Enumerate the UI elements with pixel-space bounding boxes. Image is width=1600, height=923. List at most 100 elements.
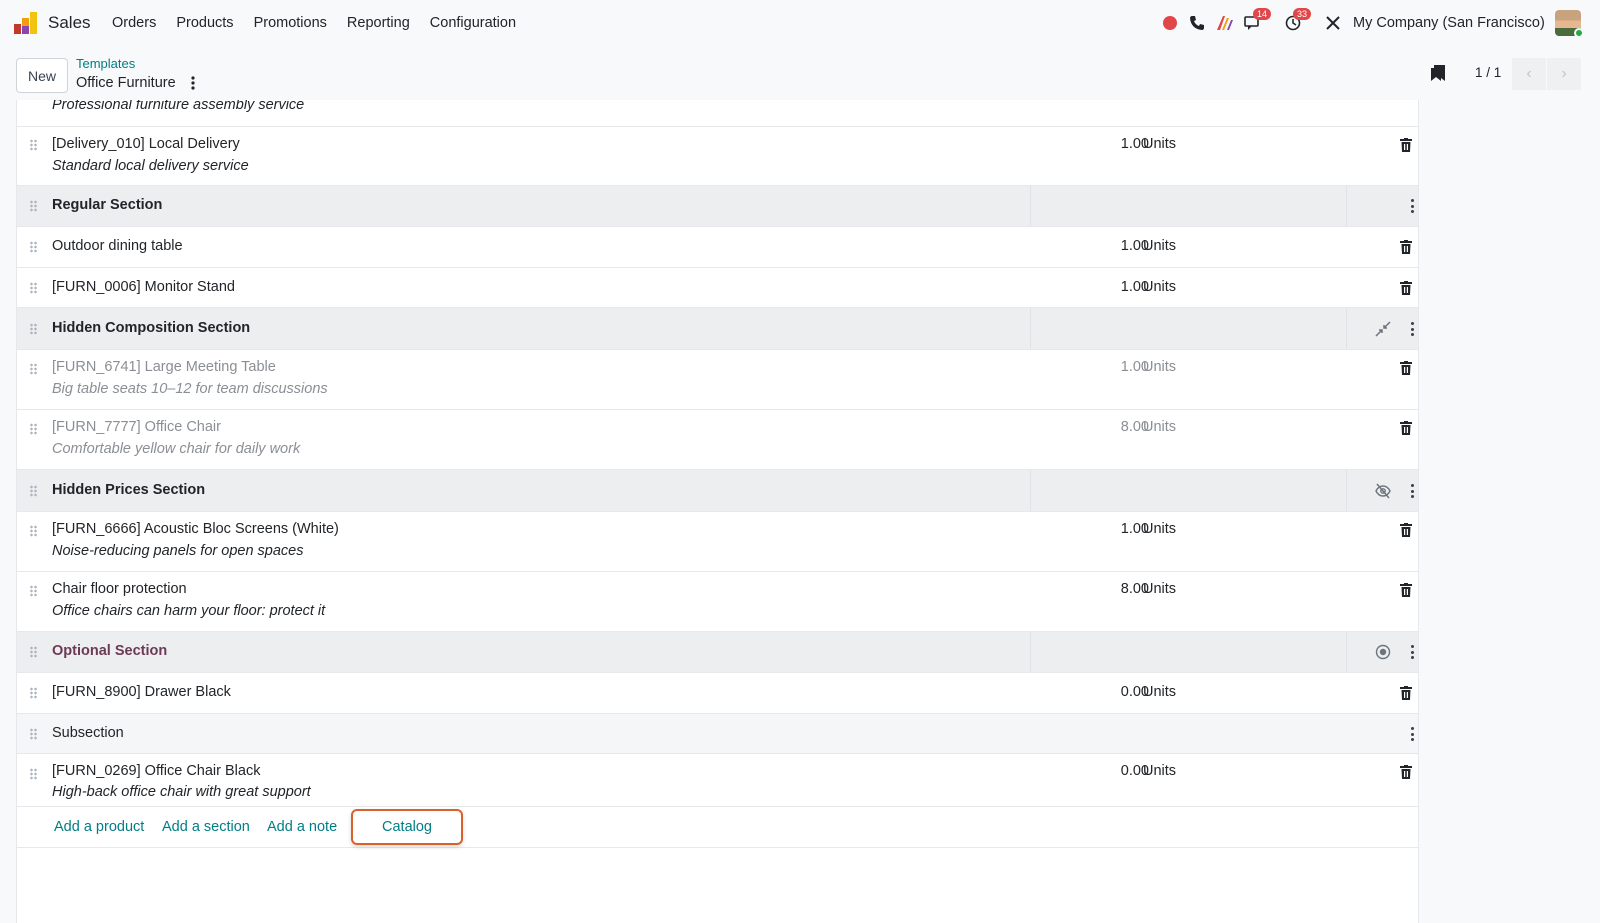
uom-value[interactable]: Units: [1143, 684, 1176, 700]
messages-icon[interactable]: 14: [1243, 8, 1272, 33]
ai-icon[interactable]: [1215, 13, 1235, 33]
section-title[interactable]: Optional Section: [52, 643, 167, 659]
table-row[interactable]: Outdoor dining table 1.00 Units: [17, 227, 1418, 268]
drag-handle-icon[interactable]: [29, 139, 39, 151]
table-row[interactable]: [FURN_0269] Office Chair Black High-back…: [17, 754, 1418, 807]
uom-value[interactable]: Units: [1143, 581, 1176, 597]
uom-value[interactable]: Units: [1143, 359, 1176, 375]
product-name[interactable]: [FURN_7777] Office Chair: [52, 419, 221, 435]
drag-handle-icon[interactable]: [29, 282, 39, 294]
trash-icon[interactable]: [1400, 421, 1412, 435]
trash-icon[interactable]: [1400, 583, 1412, 597]
menu-products[interactable]: Products: [176, 15, 233, 31]
optional-toggle-icon[interactable]: [1375, 644, 1391, 660]
table-row[interactable]: [FURN_0006] Monitor Stand 1.00 Units: [17, 268, 1418, 308]
pager-previous-icon[interactable]: ‹: [1512, 58, 1546, 90]
sales-app-icon[interactable]: [14, 12, 38, 34]
drag-handle-icon[interactable]: [29, 323, 39, 335]
subsection-row[interactable]: Subsection: [17, 714, 1418, 754]
product-name[interactable]: [FURN_0006] Monitor Stand: [52, 279, 235, 295]
section-menu-icon[interactable]: [1410, 199, 1414, 213]
line-description[interactable]: Office chairs can harm your floor: prote…: [52, 603, 325, 619]
drag-handle-icon[interactable]: [29, 585, 39, 597]
section-row[interactable]: Regular Section: [17, 186, 1418, 227]
record-icon[interactable]: [1160, 13, 1180, 33]
subsection-title[interactable]: Subsection: [52, 725, 124, 741]
activities-icon[interactable]: 33: [1283, 8, 1312, 33]
line-description[interactable]: High-back office chair with great suppor…: [52, 784, 311, 800]
table-row[interactable]: [FURN_8900] Drawer Black 0.00 Units: [17, 673, 1418, 714]
table-row[interactable]: [Delivery_010] Local Delivery Standard l…: [17, 127, 1418, 186]
catalog-button[interactable]: Catalog: [351, 809, 463, 845]
product-name[interactable]: Chair floor protection: [52, 581, 187, 597]
line-description[interactable]: Big table seats 10–12 for team discussio…: [52, 381, 328, 397]
new-button[interactable]: New: [16, 58, 68, 93]
trash-icon[interactable]: [1400, 361, 1412, 375]
drag-handle-icon[interactable]: [29, 768, 39, 780]
hide-prices-icon[interactable]: [1375, 483, 1391, 499]
trash-icon[interactable]: [1400, 240, 1412, 254]
menu-promotions[interactable]: Promotions: [254, 15, 327, 31]
product-name[interactable]: Outdoor dining table: [52, 238, 183, 254]
line-description[interactable]: Noise-reducing panels for open spaces: [52, 543, 303, 559]
trash-icon[interactable]: [1400, 765, 1412, 779]
trash-icon[interactable]: [1400, 686, 1412, 700]
section-menu-icon[interactable]: [1410, 484, 1414, 498]
pager-next-icon[interactable]: ›: [1547, 58, 1581, 90]
product-name[interactable]: [FURN_6666] Acoustic Bloc Screens (White…: [52, 521, 339, 537]
add-section-link[interactable]: Add a section: [162, 819, 250, 835]
table-row[interactable]: [FURN_7777] Office Chair Comfortable yel…: [17, 410, 1418, 470]
uom-value[interactable]: Units: [1143, 238, 1176, 254]
drag-handle-icon[interactable]: [29, 646, 39, 658]
section-menu-icon[interactable]: [1410, 322, 1414, 336]
table-row[interactable]: Professional furniture assembly service: [17, 100, 1418, 127]
menu-configuration[interactable]: Configuration: [430, 15, 516, 31]
product-name[interactable]: [FURN_8900] Drawer Black: [52, 684, 231, 700]
line-description[interactable]: Standard local delivery service: [52, 158, 249, 174]
bookmark-icon[interactable]: [1430, 64, 1446, 82]
trash-icon[interactable]: [1400, 523, 1412, 537]
drag-handle-icon[interactable]: [29, 423, 39, 435]
trash-icon[interactable]: [1400, 138, 1412, 152]
drag-handle-icon[interactable]: [29, 200, 39, 212]
pager-value[interactable]: 1 / 1: [1475, 65, 1501, 80]
uom-value[interactable]: Units: [1143, 521, 1176, 537]
uom-value[interactable]: Units: [1143, 763, 1176, 779]
section-title[interactable]: Hidden Composition Section: [52, 320, 250, 336]
section-menu-icon[interactable]: [1410, 645, 1414, 659]
add-note-link[interactable]: Add a note: [267, 819, 337, 835]
table-row[interactable]: [FURN_6741] Large Meeting Table Big tabl…: [17, 350, 1418, 410]
collapse-composition-icon[interactable]: [1375, 321, 1391, 337]
breadcrumb-templates[interactable]: Templates: [76, 56, 135, 71]
drag-handle-icon[interactable]: [29, 241, 39, 253]
section-row[interactable]: Hidden Prices Section: [17, 470, 1418, 512]
table-row[interactable]: [FURN_6666] Acoustic Bloc Screens (White…: [17, 512, 1418, 572]
product-name[interactable]: [Delivery_010] Local Delivery: [52, 136, 240, 152]
line-description[interactable]: Comfortable yellow chair for daily work: [52, 441, 300, 457]
menu-reporting[interactable]: Reporting: [347, 15, 410, 31]
uom-value[interactable]: Units: [1143, 419, 1176, 435]
section-menu-icon[interactable]: [1410, 727, 1414, 741]
tools-icon[interactable]: [1323, 13, 1343, 33]
uom-value[interactable]: Units: [1143, 279, 1176, 295]
table-row[interactable]: Chair floor protection Office chairs can…: [17, 572, 1418, 632]
drag-handle-icon[interactable]: [29, 687, 39, 699]
drag-handle-icon[interactable]: [29, 728, 39, 740]
drag-handle-icon[interactable]: [29, 485, 39, 497]
section-row[interactable]: Hidden Composition Section: [17, 308, 1418, 350]
add-product-link[interactable]: Add a product: [54, 819, 144, 835]
trash-icon[interactable]: [1400, 281, 1412, 295]
company-switcher[interactable]: My Company (San Francisco): [1353, 15, 1545, 31]
section-row[interactable]: Optional Section: [17, 632, 1418, 673]
section-title[interactable]: Hidden Prices Section: [52, 482, 205, 498]
drag-handle-icon[interactable]: [29, 525, 39, 537]
menu-orders[interactable]: Orders: [112, 15, 156, 31]
app-name[interactable]: Sales: [48, 13, 91, 33]
record-actions-icon[interactable]: [188, 75, 198, 91]
uom-value[interactable]: Units: [1143, 136, 1176, 152]
product-name[interactable]: [FURN_0269] Office Chair Black: [52, 763, 260, 779]
drag-handle-icon[interactable]: [29, 363, 39, 375]
section-title[interactable]: Regular Section: [52, 197, 162, 213]
phone-icon[interactable]: [1187, 13, 1207, 33]
product-name[interactable]: [FURN_6741] Large Meeting Table: [52, 359, 276, 375]
